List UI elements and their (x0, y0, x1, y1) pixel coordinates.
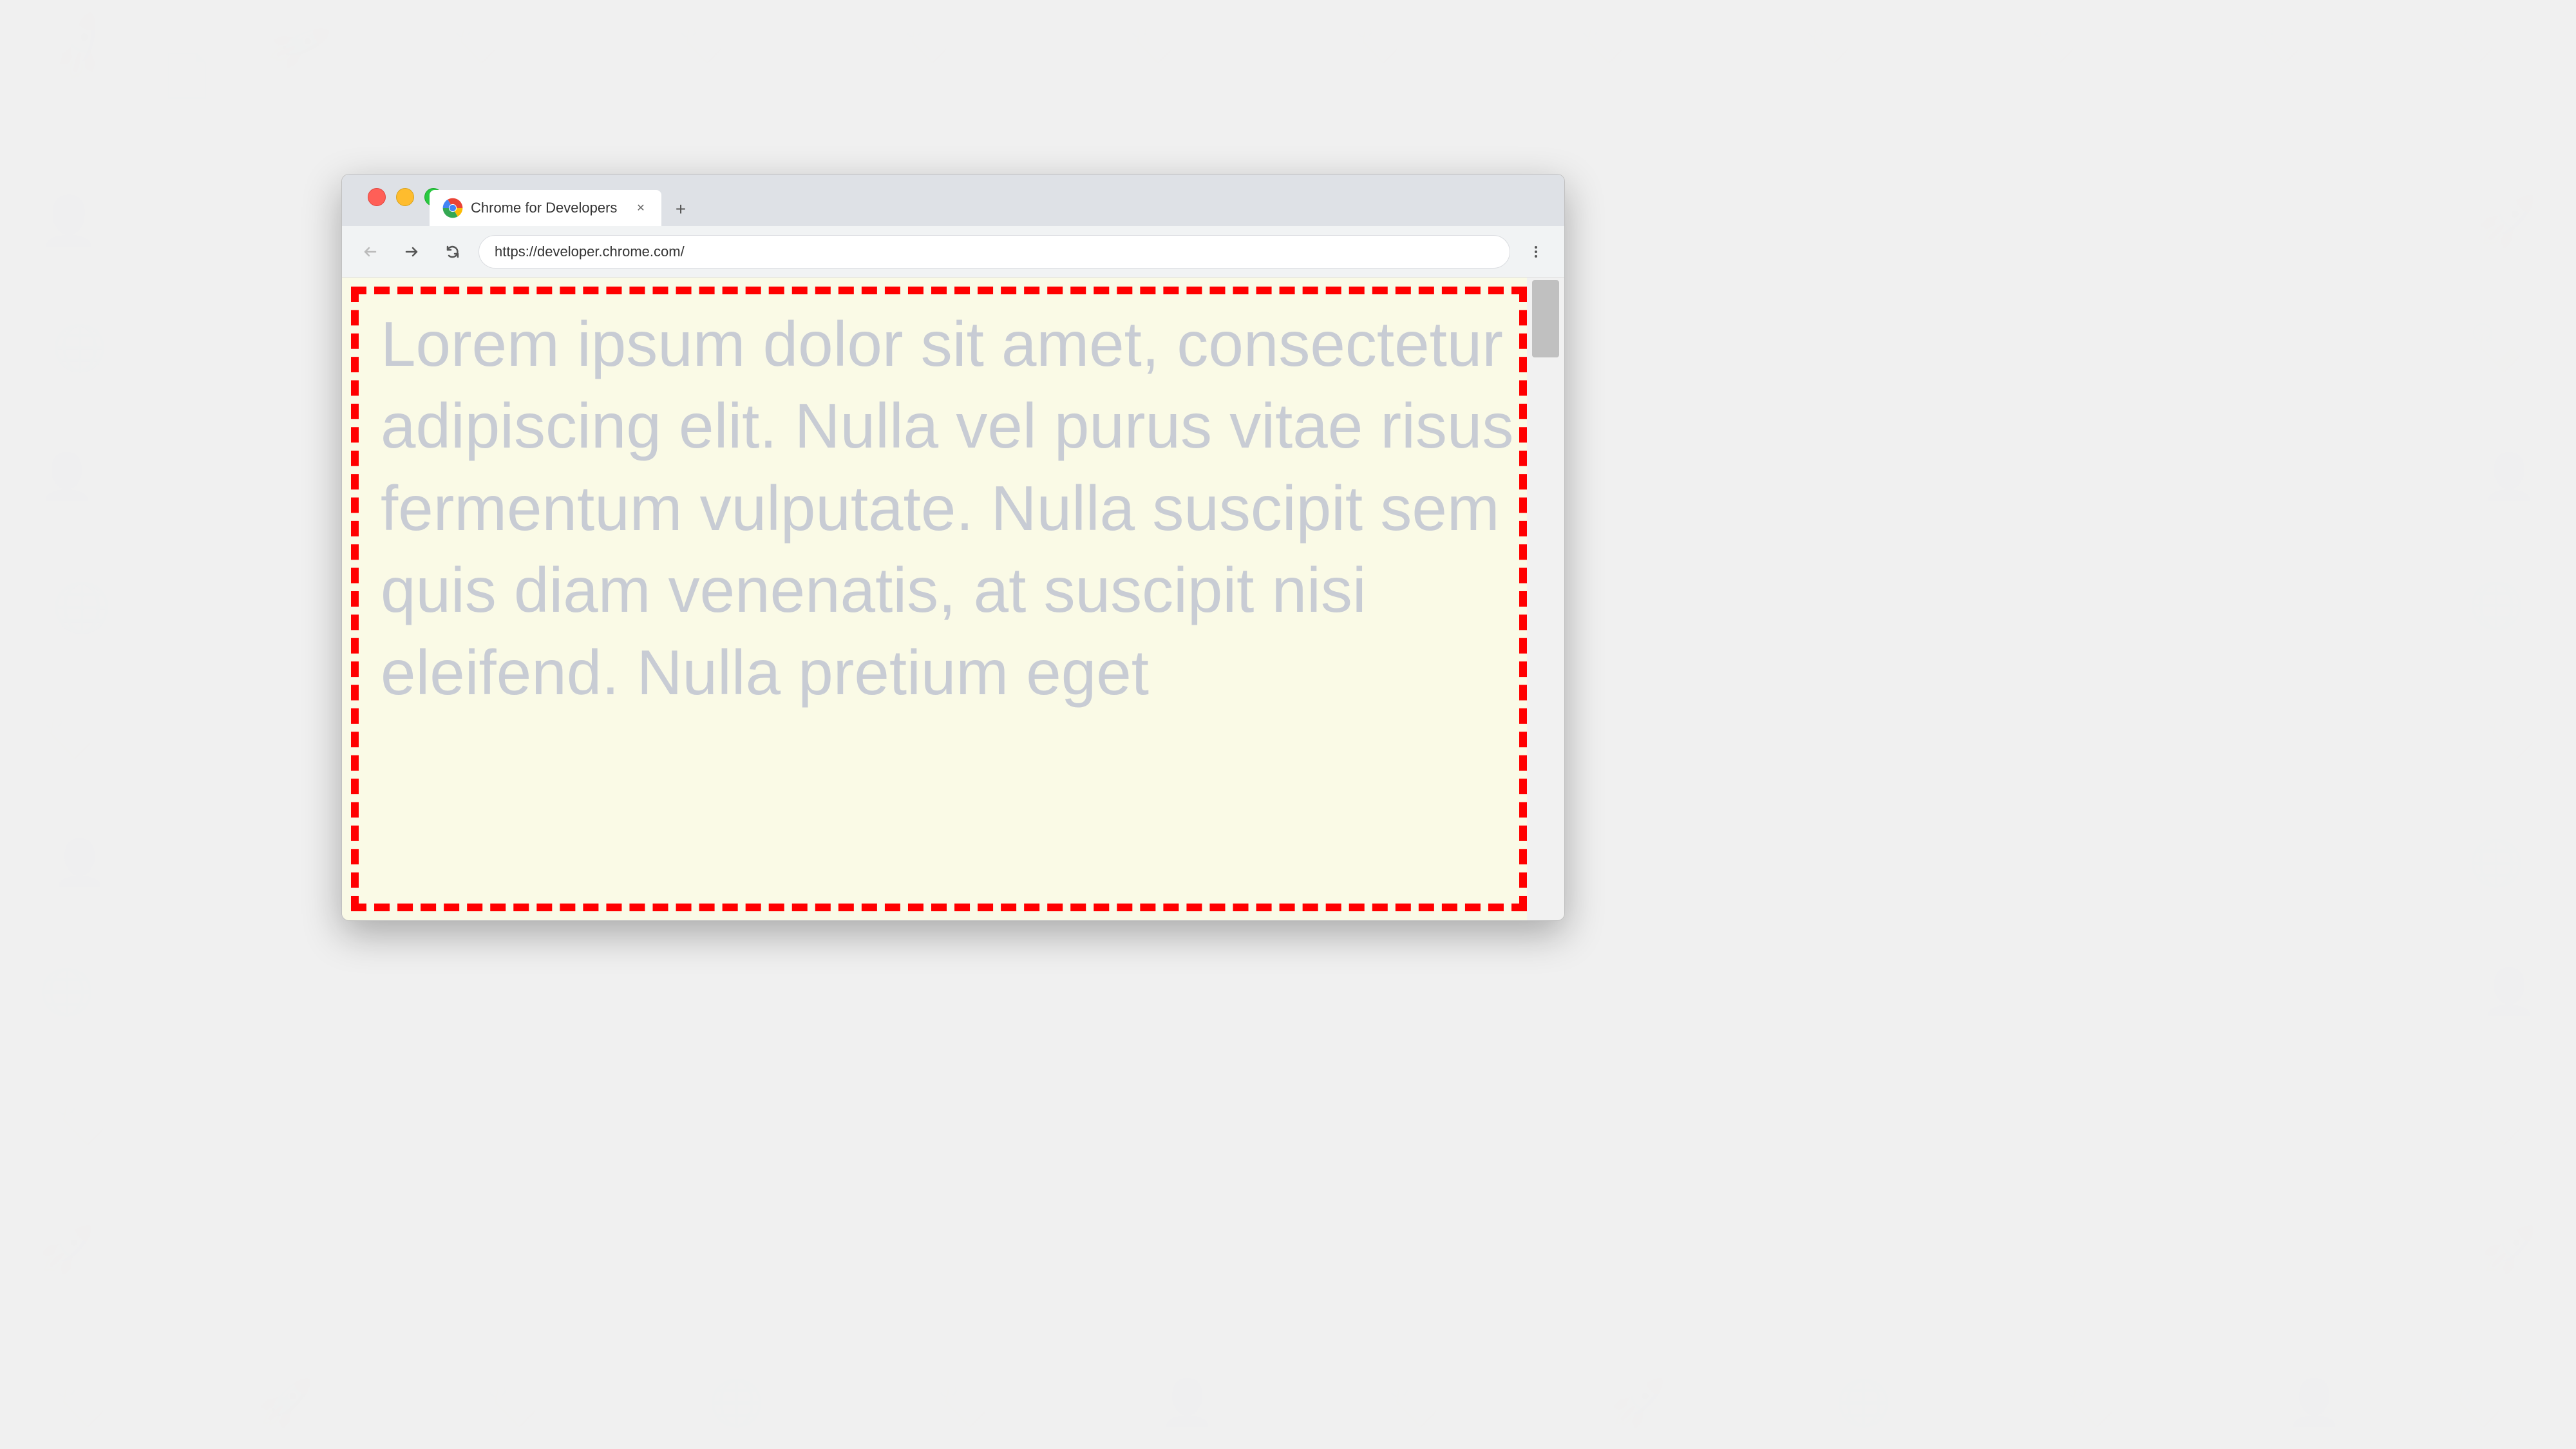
bg-b12: 🏷️ (2447, 1377, 2503, 1430)
reload-button[interactable] (437, 236, 468, 267)
new-tab-button[interactable]: + (667, 198, 695, 226)
minimize-button[interactable] (396, 188, 414, 206)
bg-badge-1: 🏷️ (451, 19, 499, 65)
bg-badge-6: 🏷️ (1578, 19, 1626, 65)
browser-tab[interactable]: Chrome for Developers ✕ (430, 190, 661, 226)
bg-b6: 👤 (1159, 1377, 1215, 1430)
bg-m3: 🌐 (39, 966, 95, 1019)
bg-mr5: 🚀 (2481, 1224, 2537, 1276)
bg-m4: 🏷️ (52, 1095, 108, 1148)
bg-code-1: 👤 (39, 451, 95, 504)
bg-m5: 🚀 (39, 1224, 95, 1276)
bg-badge-7: 🏷️ (1803, 19, 1852, 65)
bg-mr4: 🏷️ (2468, 1095, 2524, 1148)
lorem-ipsum-text: Lorem ipsum dolor sit amet, consectetur … (342, 278, 1564, 739)
address-bar[interactable]: https://developer.chrome.com/ (478, 235, 1510, 269)
bg-mr3: 👤 (2481, 966, 2537, 1019)
bg-b10: 🏷️ (2061, 1377, 2117, 1430)
bg-b5: 🏷️ (934, 1377, 990, 1430)
bg-m1: 🏷️ (39, 708, 95, 761)
bg-globe-1: 🌐 (52, 322, 108, 375)
bg-badge-9: 🏷️ (2254, 19, 2302, 65)
tab-title: Chrome for Developers (471, 200, 625, 216)
bg-mr2: 🌐 (2468, 837, 2524, 890)
bg-mr1: 🏷️ (2481, 708, 2537, 761)
bg-rocket-2: 🚀 (263, 12, 334, 80)
bg-globe-r1: 🌐 (2468, 580, 2524, 632)
toolbar: https://developer.chrome.com/ (342, 226, 1564, 278)
forward-button[interactable] (396, 236, 427, 267)
close-button[interactable] (368, 188, 386, 206)
page-content: Lorem ipsum dolor sit amet, consectetur … (342, 278, 1564, 920)
bg-badge-10: 🏷️ (2447, 19, 2496, 65)
bg-person-1: 👤 (39, 193, 99, 250)
tab-favicon (442, 198, 463, 218)
bg-b3: 🏷️ (483, 1377, 539, 1430)
menu-button[interactable] (1520, 236, 1551, 267)
bg-person-r1: 👤 (2481, 451, 2537, 504)
bg-b7: 🏷️ (1385, 1377, 1441, 1430)
bg-m2: 👤 (52, 837, 108, 890)
browser-window: Chrome for Developers ✕ + (341, 174, 1565, 921)
bg-b11: 👤 (2286, 1377, 2342, 1430)
bg-badge-4: 🏷️ (1127, 19, 1175, 65)
bg-globe-2: 🌐 (52, 580, 111, 636)
bg-b8: 🚀 (1610, 1377, 1666, 1430)
bg-b4: 🌐 (708, 1377, 764, 1430)
tab-close-button[interactable]: ✕ (633, 200, 649, 216)
bg-rocket-icon-1: 🚀 (41, 8, 122, 88)
bg-badge-r1: 🏷️ (2468, 322, 2524, 375)
bg-badge-8: 🏷️ (2029, 19, 2077, 65)
bg-badge-3: 🏷️ (902, 19, 950, 65)
back-button[interactable] (355, 236, 386, 267)
bg-b2: 🚀 (258, 1377, 314, 1430)
bg-b1: 🏷️ (52, 1377, 108, 1430)
bg-b9: 🌐 (1835, 1377, 1891, 1430)
url-text: https://developer.chrome.com/ (495, 243, 1494, 260)
bg-badge-5: 🏷️ (1352, 19, 1401, 65)
bg-html-badge-1: 📄 (161, 52, 213, 100)
title-bar: Chrome for Developers ✕ + (342, 175, 1564, 226)
bg-rocket-r1: 🚀 (2477, 193, 2537, 250)
bg-badge-2: 🏷️ (676, 19, 724, 65)
